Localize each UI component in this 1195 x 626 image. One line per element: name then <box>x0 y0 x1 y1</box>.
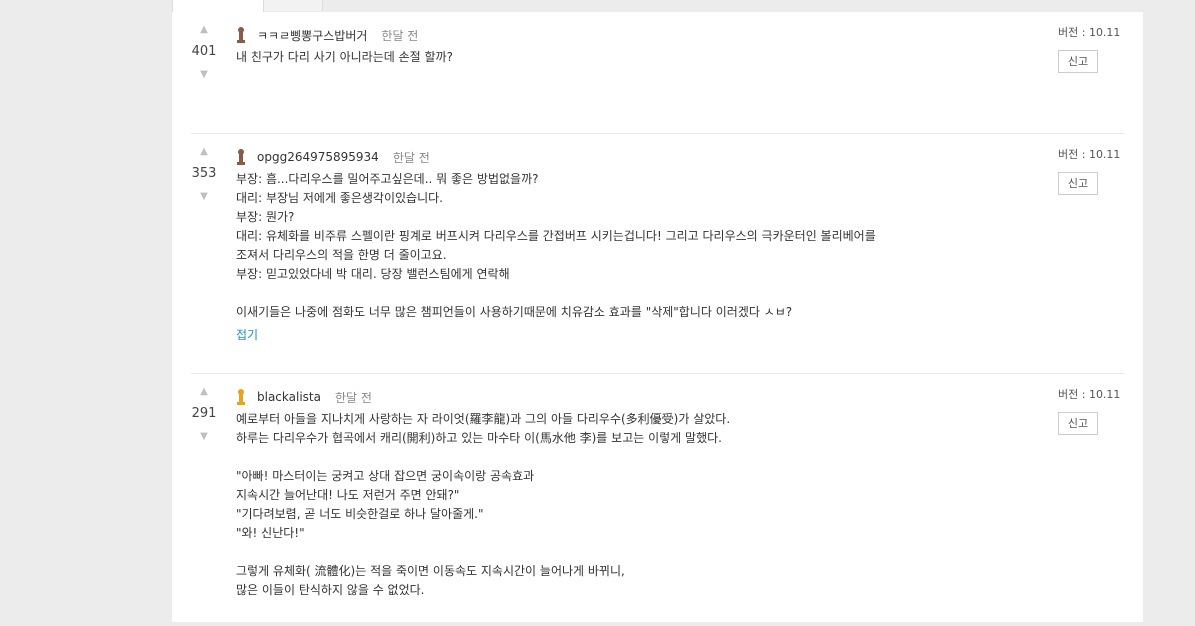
tier-badge-icon <box>236 388 246 406</box>
downvote-arrow-icon[interactable]: ▼ <box>191 69 217 81</box>
report-button[interactable]: 신고 <box>1058 412 1098 435</box>
report-button[interactable]: 신고 <box>1058 50 1098 73</box>
version-label: 버전 : 10.11 <box>1058 388 1121 401</box>
comment-body: ㅋㅋㄹ삥뽕구스밥버거 한달 전 내 친구가 다리 사기 아니라는데 손절 할까? <box>236 24 1036 67</box>
comment-text: 내 친구가 다리 사기 아니라는데 손절 할까? <box>236 50 453 64</box>
vote-box: ▲ 291 ▼ <box>191 386 217 443</box>
tier-badge-icon <box>236 148 246 166</box>
tab-inactive[interactable] <box>263 0 323 11</box>
comment-text: 예로부터 아들을 지나치게 사랑하는 자 라이엇(羅李龍)과 그의 아들 다리우… <box>236 412 731 597</box>
comment-side: 버전 : 10.11 신고 <box>1058 146 1124 195</box>
report-button[interactable]: 신고 <box>1058 172 1098 195</box>
comment-time: 한달 전 <box>381 28 419 43</box>
vote-score: 291 <box>191 406 217 421</box>
comment-item: ▲ 291 ▼ blackalista 한달 전 예로부터 아들을 지나치게 사… <box>191 386 1124 626</box>
vote-score: 401 <box>191 44 217 59</box>
comment-author[interactable]: blackalista <box>257 390 321 404</box>
upvote-arrow-icon[interactable]: ▲ <box>191 24 217 36</box>
comment-text: 부장: 흠...다리우스를 밀어주고싶은데.. 뭐 좋은 방법없을까? 대리: … <box>236 172 876 319</box>
downvote-arrow-icon[interactable]: ▼ <box>191 431 217 443</box>
comment-meta: ㅋㅋㄹ삥뽕구스밥버거 한달 전 <box>236 24 1036 46</box>
downvote-arrow-icon[interactable]: ▼ <box>191 191 217 203</box>
tier-badge-icon <box>236 26 246 44</box>
comment-item: ▲ 353 ▼ opgg264975895934 한달 전 부장: 흠...다리… <box>191 146 1124 374</box>
version-label: 버전 : 10.11 <box>1058 148 1121 161</box>
comments-panel: ▲ 401 ▼ ㅋㅋㄹ삥뽕구스밥버거 한달 전 내 친구가 다리 사기 아니라는… <box>172 12 1143 622</box>
comment-body: blackalista 한달 전 예로부터 아들을 지나치게 사랑하는 자 라이… <box>236 386 1036 600</box>
comment-meta: opgg264975895934 한달 전 <box>236 146 1036 168</box>
tab-active[interactable] <box>172 0 264 12</box>
vote-score: 353 <box>191 166 217 181</box>
version-label: 버전 : 10.11 <box>1058 26 1121 39</box>
upvote-arrow-icon[interactable]: ▲ <box>191 146 217 158</box>
comment-item: ▲ 401 ▼ ㅋㅋㄹ삥뽕구스밥버거 한달 전 내 친구가 다리 사기 아니라는… <box>191 24 1124 134</box>
comment-time: 한달 전 <box>392 150 430 165</box>
comment-side: 버전 : 10.11 신고 <box>1058 386 1124 435</box>
fold-link[interactable]: 접기 <box>236 326 258 343</box>
vote-box: ▲ 353 ▼ <box>191 146 217 203</box>
vote-box: ▲ 401 ▼ <box>191 24 217 81</box>
comment-time: 한달 전 <box>334 390 372 405</box>
comment-author[interactable]: opgg264975895934 <box>257 150 379 164</box>
comment-body: opgg264975895934 한달 전 부장: 흠...다리우스를 밀어주고… <box>236 146 1036 343</box>
comment-author[interactable]: ㅋㅋㄹ삥뽕구스밥버거 <box>257 27 367 44</box>
comment-side: 버전 : 10.11 신고 <box>1058 24 1124 73</box>
upvote-arrow-icon[interactable]: ▲ <box>191 386 217 398</box>
comment-meta: blackalista 한달 전 <box>236 386 1036 408</box>
